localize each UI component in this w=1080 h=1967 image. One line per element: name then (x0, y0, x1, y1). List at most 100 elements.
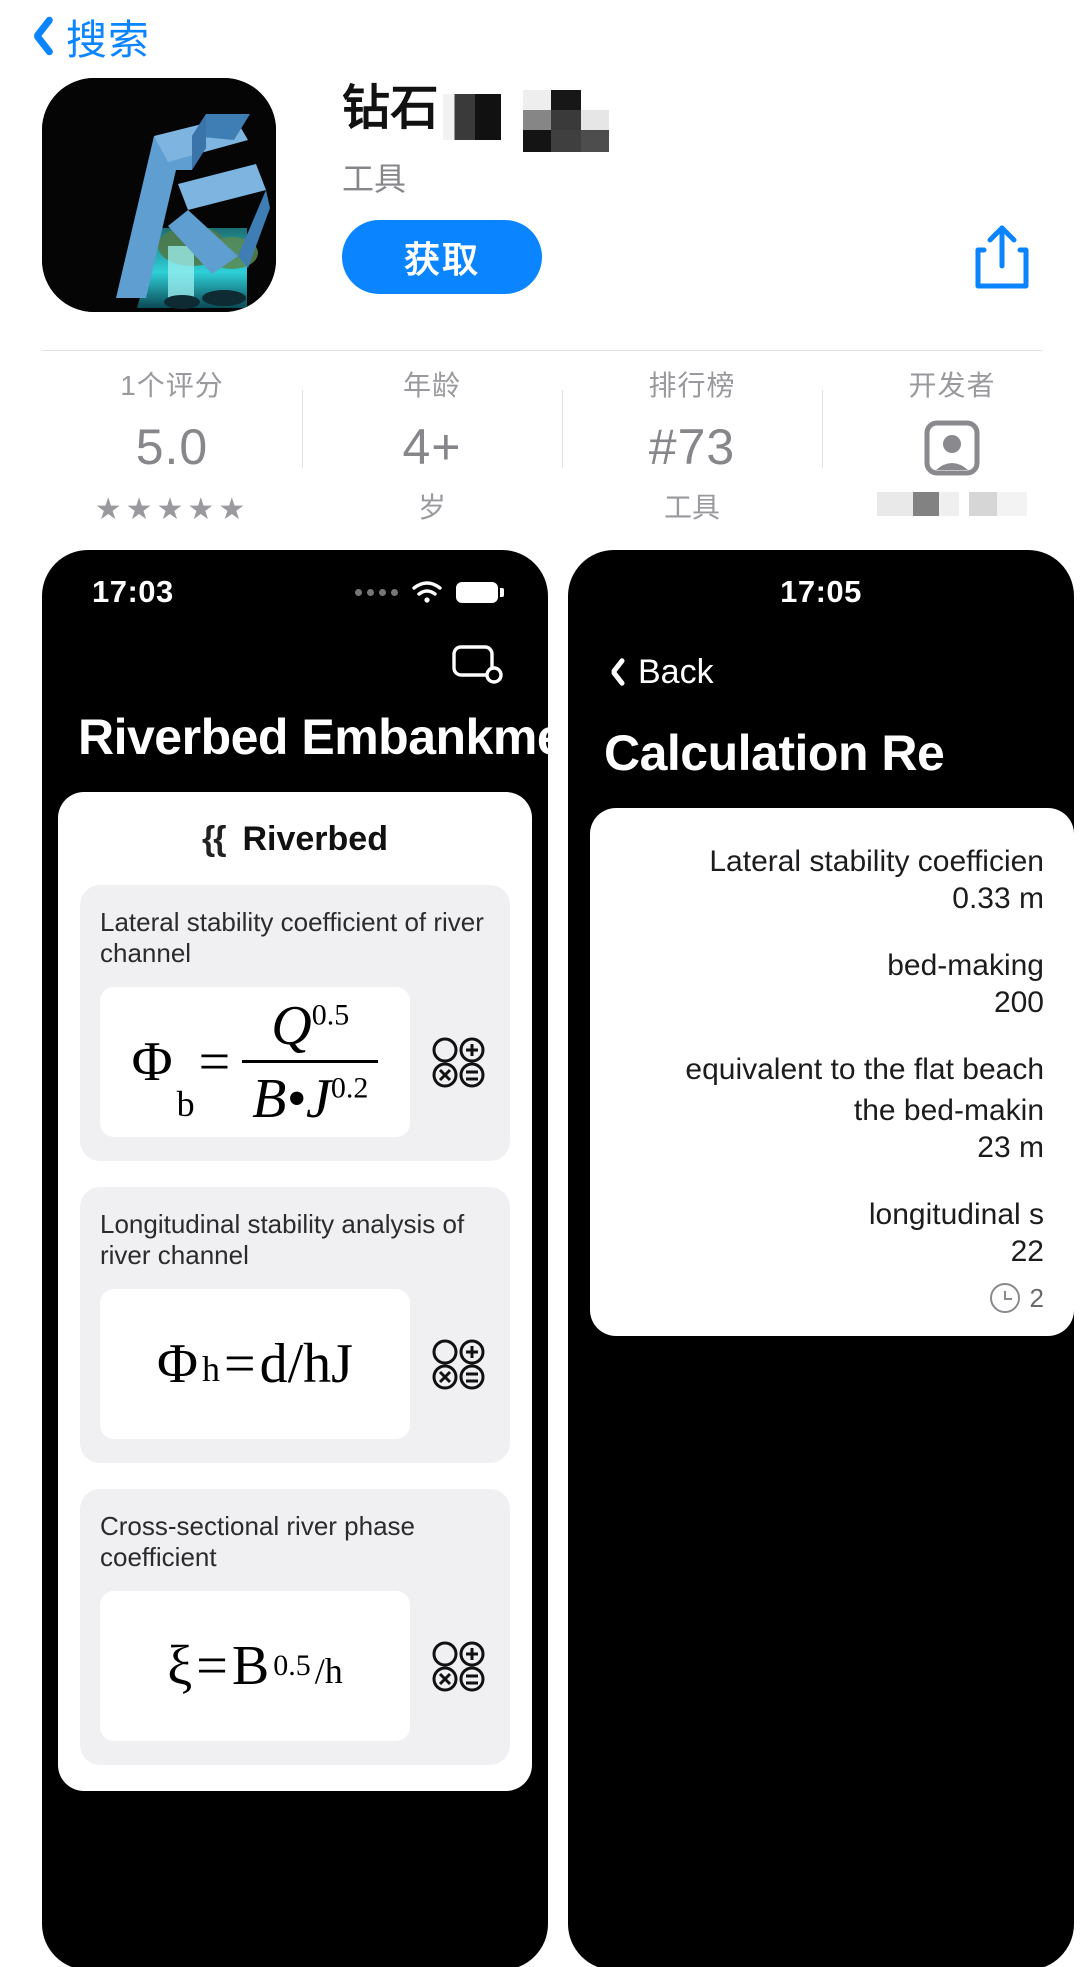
fraction-numerator: Q0.5 (271, 994, 350, 1057)
formula-lhs: ξ (167, 1635, 193, 1697)
get-button[interactable]: 获取 (342, 220, 542, 294)
formula-equals: = (198, 1031, 231, 1093)
result-label: Lateral stability coefficien (709, 845, 1044, 878)
signal-dots-icon (355, 588, 398, 596)
navigation-bar: 搜索 (0, 0, 1080, 72)
formula-rhs: B (231, 1635, 270, 1697)
calculation-results-sheet: Lateral stability coefficien 0.33 m bed-… (590, 808, 1074, 1336)
app-category-subtitle: 工具 (342, 161, 407, 197)
censored-title-block-1 (443, 94, 502, 140)
status-clock: 17:05 (780, 574, 862, 609)
screenshot-1[interactable]: 17:03 Riverbed Embankm {{Riverbed Later… (42, 550, 548, 1967)
formula-caption: Lateral stability coefficient of river c… (100, 907, 484, 968)
stat-rating[interactable]: 1个评分 5.0 ★★★★★ (42, 364, 302, 526)
screenshot-toolbar (42, 634, 548, 694)
card-stack-icon[interactable] (452, 644, 504, 684)
formula-lhs-sub: b (176, 1083, 195, 1124)
app-store-product-page: 搜索 钻石 工具 获取 1个评分 5.0 ★★★★★ 年龄 4+ 岁 排行榜 #… (0, 0, 1080, 1967)
stat-label: 年龄 (402, 370, 461, 401)
stat-developer[interactable]: 开发者 (822, 364, 1080, 516)
stat-rank[interactable]: 排行榜 #73 工具 (562, 364, 822, 523)
app-icon[interactable] (42, 78, 276, 312)
censored-title-block-2 (523, 90, 610, 152)
formula-lhs: Φ (131, 1031, 173, 1093)
result-value: 22 (1010, 1234, 1044, 1268)
formula-fraction: Q0.5 B•J0.2 (242, 994, 379, 1131)
app-title-text: 钻石 (342, 82, 440, 136)
wifi-icon (412, 581, 442, 603)
stat-label: 开发者 (908, 370, 996, 401)
stat-value: 5.0 (135, 419, 209, 475)
formula-block: Lateral stability coefficient of river c… (80, 885, 510, 1161)
result-label: bed-making (887, 949, 1044, 983)
status-indicators (355, 581, 504, 603)
calculator-icon[interactable] (428, 1640, 490, 1692)
formula-expression: Φ b = Q0.5 B•J0.2 (132, 994, 379, 1131)
formula-rhs-tail: /h (314, 1651, 343, 1691)
rating-stars: ★★★★★ (94, 493, 250, 526)
result-footer: 2 (620, 1277, 1044, 1314)
formula-row: Φ b = Q0.5 B•J0.2 (100, 987, 490, 1137)
result-footer-text: 2 (1029, 1282, 1044, 1313)
formula-lhs-sub: h (201, 1349, 220, 1389)
result-value: 200 (993, 986, 1044, 1020)
formula-lhs: Φ (157, 1333, 198, 1395)
status-bar: 17:05 (568, 550, 1074, 634)
header-divider (42, 350, 1042, 351)
riverbed-sheet: {{ Riverbed Lateral stability coefficien… (58, 792, 532, 1791)
stat-value: 4+ (402, 419, 462, 475)
formula-expression: Φ h = d/hJ (157, 1332, 353, 1396)
app-header: 钻石 工具 获取 (42, 78, 1042, 318)
status-clock: 17:03 (92, 574, 174, 609)
formula-caption: Longitudinal stability analysis of river… (100, 1209, 465, 1270)
clock-icon (989, 1283, 1020, 1314)
fraction-denominator: B•J0.2 (242, 1059, 379, 1131)
battery-icon (456, 581, 504, 603)
back-label: Back (638, 652, 714, 691)
formula-row: Φ h = d/hJ (100, 1289, 490, 1439)
back-button-label[interactable]: 搜索 (66, 6, 150, 66)
app-title: 钻石 (342, 78, 1042, 152)
result-label: equivalent to the flat beach the bed-mak… (685, 1053, 1044, 1127)
share-icon[interactable] (968, 220, 1036, 294)
stat-age[interactable]: 年龄 4+ 岁 (302, 364, 562, 523)
formula-display[interactable]: ξ = B 0.5 /h (100, 1591, 410, 1741)
screenshot-title: Calculation Re (604, 725, 945, 781)
result-value: 0.33 m (952, 882, 1044, 916)
calculator-icon[interactable] (428, 1338, 490, 1390)
formula-rhs-sup: 0.5 (273, 1649, 311, 1682)
stat-sub: 工具 (663, 492, 720, 523)
status-bar: 17:03 (42, 550, 548, 634)
formula-caption: Cross-sectional river phase coefficient (100, 1511, 416, 1572)
stat-value: #73 (648, 419, 736, 475)
censored-developer-name (877, 492, 1027, 516)
screenshot-back-button[interactable]: Back (568, 634, 1074, 710)
developer-person-icon (922, 420, 982, 476)
stat-label: 排行榜 (648, 370, 736, 401)
formula-row: ξ = B 0.5 /h (100, 1591, 490, 1741)
sheet-header-label: Riverbed (242, 820, 388, 858)
formula-display[interactable]: Φ h = d/hJ (100, 1289, 410, 1439)
formula-display[interactable]: Φ b = Q0.5 B•J0.2 (100, 987, 410, 1137)
stat-sub: 岁 (417, 492, 446, 523)
formula-rhs: d/hJ (259, 1333, 353, 1395)
screenshots-carousel[interactable]: 17:03 Riverbed Embankm {{Riverbed Later… (0, 550, 1080, 1967)
result-value: 23 m (977, 1130, 1044, 1164)
chevron-left-icon[interactable] (22, 10, 56, 62)
result-label: longitudinal s (868, 1197, 1044, 1231)
stats-row: 1个评分 5.0 ★★★★★ 年龄 4+ 岁 排行榜 #73 工具 开发者 (42, 364, 1080, 526)
sheet-header: {{ Riverbed (58, 820, 532, 885)
formula-equals: = (223, 1333, 256, 1395)
formula-expression: ξ = B 0.5 /h (167, 1634, 342, 1698)
river-squiggle-icon: {{ (202, 820, 227, 858)
app-icon-artwork (42, 78, 276, 312)
formula-equals: = (196, 1635, 228, 1697)
calculator-icon[interactable] (428, 1036, 490, 1088)
formula-block: Cross-sectional river phase coefficient … (80, 1489, 510, 1765)
screenshot-title: Riverbed Embankment (78, 709, 548, 765)
chevron-left-icon (602, 655, 624, 689)
screenshot-2[interactable]: 17:05 Back Calculation Re Lateral stabil… (568, 550, 1074, 1967)
app-meta: 钻石 工具 获取 (342, 78, 1042, 318)
formula-block: Longitudinal stability analysis of river… (80, 1187, 510, 1463)
stat-label: 1个评分 (120, 370, 224, 401)
